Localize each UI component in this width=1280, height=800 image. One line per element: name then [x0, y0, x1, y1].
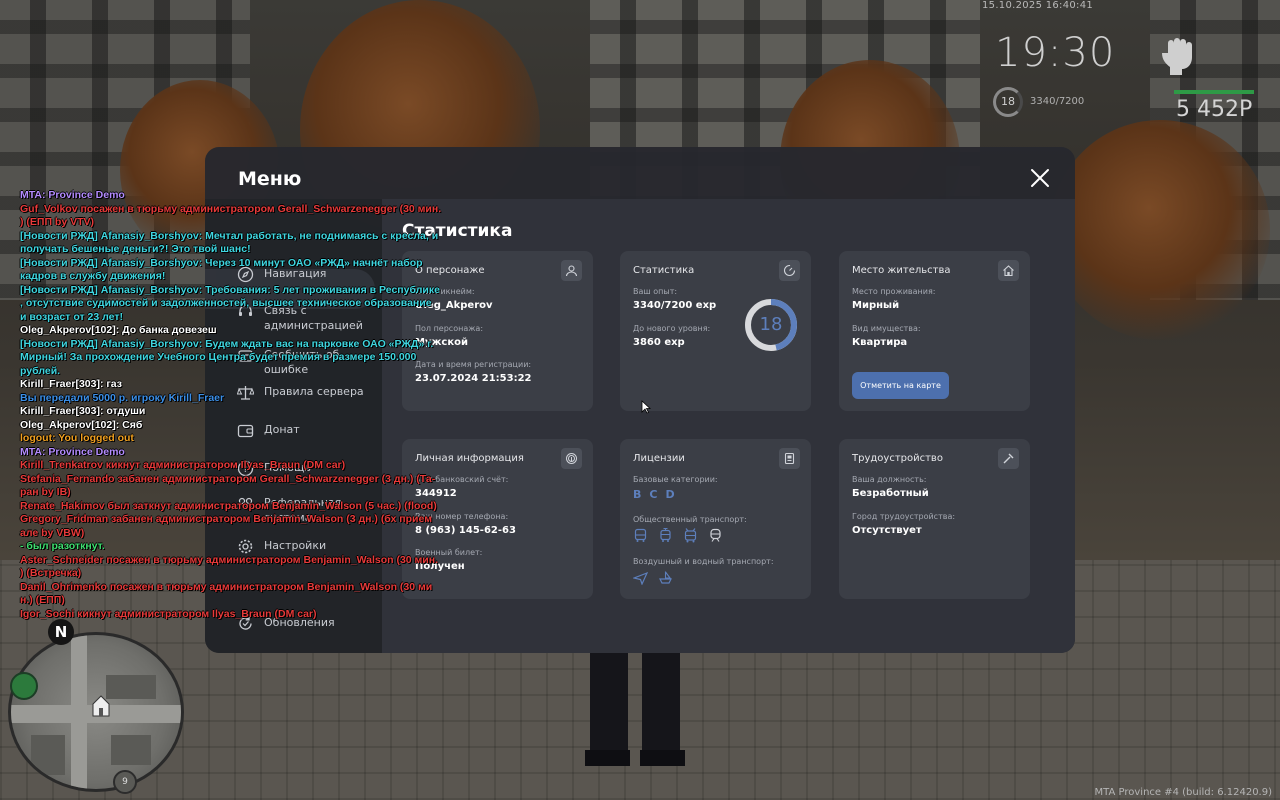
mark-on-map-button[interactable]: Отметить на карте — [852, 372, 949, 399]
public-transport-label: Общественный транспорт: — [633, 515, 747, 524]
card-residence: Место жительства Место проживания: Мирны… — [839, 251, 1030, 411]
chat-line: Вы передали 5000 р. игроку Kirill_Fraer — [20, 391, 225, 404]
card-licenses: Лицензии Базовые категории: B C D Общест… — [620, 439, 811, 599]
plane-icon — [631, 570, 649, 586]
fist-icon — [1162, 38, 1192, 75]
chat-line: [Новости РЖД] Afanasiy_Borshyov: Через 1… — [20, 256, 423, 269]
player-shoes — [585, 750, 685, 766]
gauge-icon — [779, 260, 800, 281]
job-city-label: Город трудоустройства: — [852, 512, 956, 521]
chat-line: - был разоткнут. — [20, 540, 105, 552]
chat-line: [Новости РЖД] Afanasiy_Borshyov: Требова… — [20, 283, 440, 296]
chat-line: logout: You logged out — [20, 432, 134, 444]
chat-line: Мирный! За прохождение Учебного Центра б… — [20, 351, 417, 363]
place-label: Место проживания: — [852, 287, 936, 296]
chat-line: але by VBW) — [20, 526, 85, 539]
chat-log: MTA: Province Demo Guf_Volkov посажен в т… — [20, 189, 450, 621]
hud-level-ring: 18 — [993, 87, 1023, 117]
tram-icon — [658, 527, 673, 543]
card-title: Статистика — [633, 265, 695, 276]
chat-line: Oleg_Akperov[102]: До банка довезеш — [20, 324, 217, 336]
stats-content: Статистика О персонаже Ваш никнейм: Oleg… — [382, 199, 1075, 653]
chat-line: и возраст от 23 лет! — [20, 310, 124, 323]
chat-line: Kirill_Fraer[303]: отдуши — [20, 405, 146, 417]
place-value: Мирный — [852, 300, 900, 311]
card-stats: Статистика Ваш опыт: 3340/7200 exp До но… — [620, 251, 811, 411]
chat-line: Guf_Volkov посажен в тюрьму администрато… — [20, 202, 442, 215]
category-d: D — [665, 488, 675, 501]
chat-line: Igor_Sochi кикнут администратором Ilyas_… — [20, 607, 317, 620]
minimap-car-icon — [10, 672, 38, 700]
player-house-icon — [92, 695, 110, 717]
compass-north-icon: N — [48, 619, 74, 645]
build-version: MTA Province #4 (build: 6.12420.9) — [1094, 787, 1272, 798]
card-employment: Трудоустройство Ваша должность: Безработ… — [839, 439, 1030, 599]
minimap-building — [106, 675, 156, 699]
trolleybus-icon — [683, 528, 698, 543]
card-title: Лицензии — [633, 453, 685, 464]
level-number: 18 — [759, 314, 783, 335]
bus-icon — [633, 528, 648, 543]
chat-line: [Новости РЖД] Afanasiy_Borshyov: Будем ж… — [20, 337, 434, 350]
license-categories: B C D — [633, 488, 675, 501]
hud-exp: 3340/7200 — [1030, 96, 1085, 107]
public-transport-icons — [633, 527, 723, 543]
minimap-building — [31, 735, 65, 775]
next-level-value: 3860 exp — [633, 337, 685, 348]
chat-line: ) (ЕПП by VTV) — [20, 216, 95, 228]
boat-icon — [658, 570, 673, 585]
chat-line: кадров в службу движения! — [20, 270, 166, 282]
position-value: Безработный — [852, 488, 929, 499]
exp-label: Ваш опыт: — [633, 287, 678, 296]
menu-title: Меню — [238, 168, 302, 190]
chat-line: Renate_Hakimov был заткнут администратор… — [20, 499, 437, 512]
minimap-building — [111, 735, 151, 765]
card-title: Трудоустройство — [852, 453, 943, 464]
chat-line: получать бешеные деньги?! Это твой шанс! — [20, 243, 251, 255]
hammer-icon — [998, 448, 1019, 469]
chat-line: ран by IB) — [20, 486, 71, 498]
train-icon — [708, 528, 723, 543]
hud-date: 15.10.2025 16:40:41 — [982, 0, 1094, 11]
chat-line: Gregory_Fridman забанен администратором … — [20, 513, 432, 525]
air-water-icons — [631, 570, 673, 586]
chat-line: Oleg_Akperov[102]: Сяб — [20, 418, 143, 431]
chat-line: рублей. — [20, 364, 61, 377]
user-icon — [561, 260, 582, 281]
close-icon[interactable] — [1028, 166, 1052, 190]
chat-line: Danil_Ohrimenko посажен в тюрьму админис… — [20, 580, 433, 593]
chat-line: ) (Встречка) — [20, 567, 82, 579]
mouse-cursor-icon — [641, 400, 651, 414]
license-icon — [779, 448, 800, 469]
chat-line: [Новости РЖД] Afanasiy_Borshyov: Мечтал … — [20, 229, 439, 242]
player-character — [590, 650, 680, 760]
chat-line: MTA: Province Demo — [20, 445, 125, 458]
category-c: C — [649, 488, 658, 501]
chat-line: Stefania_Fernando забанен администраторо… — [20, 472, 436, 485]
tree — [1050, 120, 1270, 340]
chat-line: , отсутствие судимостей и задолженностей… — [20, 297, 432, 309]
fingerprint-icon — [561, 448, 582, 469]
chat-line: MTA: Province Demo — [20, 189, 125, 201]
chat-line: н.) (ЕПП) — [20, 594, 65, 606]
home-icon — [998, 260, 1019, 281]
hud-money: 5 452Р — [1176, 97, 1253, 122]
card-title: Место жительства — [852, 265, 951, 276]
property-value: Квартира — [852, 337, 908, 348]
exp-value: 3340/7200 exp — [633, 300, 717, 311]
chat-line: Kirill_Trenkatrov кикнут администратором… — [20, 459, 346, 471]
next-level-label: До нового уровня: — [633, 324, 711, 333]
property-label: Вид имущества: — [852, 324, 921, 333]
chat-line: Kirill_Fraer[303]: газ — [20, 378, 122, 390]
base-categories-label: Базовые категории: — [633, 475, 718, 484]
position-label: Ваша должность: — [852, 475, 927, 484]
minimap-badge: 9 — [113, 770, 137, 794]
job-city-value: Отсутствует — [852, 525, 922, 536]
chat-line: Aster_Schneider посажен в тюрьму админис… — [20, 553, 439, 566]
category-b: B — [633, 488, 642, 501]
hud-time: 19:30 — [995, 30, 1116, 76]
minimap-road — [71, 635, 87, 789]
air-water-label: Воздушный и водный транспорт: — [633, 557, 774, 566]
health-bar — [1174, 90, 1254, 94]
